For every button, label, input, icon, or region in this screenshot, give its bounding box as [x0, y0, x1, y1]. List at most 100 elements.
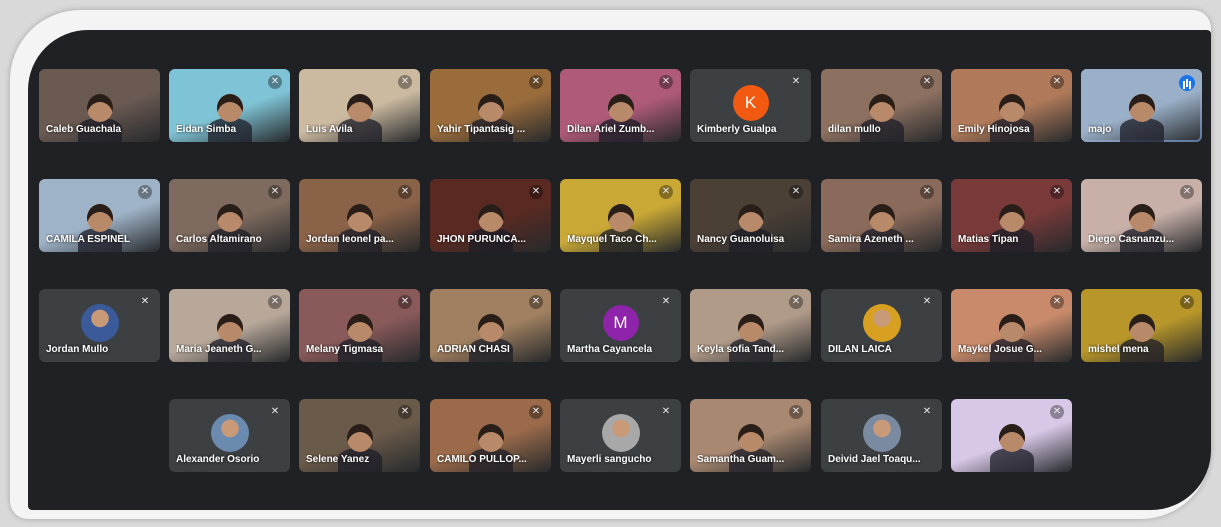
mic-muted-icon: ✕ — [1050, 185, 1064, 199]
participant-tile[interactable]: ✕ CAMILA ESPINEL — [39, 179, 160, 252]
participant-tile[interactable]: ✕ Luis Avila — [299, 69, 420, 142]
mic-muted-icon: ✕ — [661, 406, 671, 417]
mic-muted-icon: ✕ — [1050, 405, 1064, 419]
mic-muted-icon: ✕ — [138, 185, 152, 199]
mic-muted-icon: ✕ — [270, 406, 280, 417]
participant-name: Jordan Mullo — [46, 344, 109, 355]
mic-muted-icon: ✕ — [659, 75, 673, 89]
participant-tile[interactable]: ✕ Eidan Simba — [169, 69, 290, 142]
participant-name: Samantha Guam... — [697, 454, 785, 465]
participant-avatar — [601, 414, 640, 452]
mic-muted-icon: ✕ — [1180, 185, 1194, 199]
mic-muted-icon: ✕ — [791, 76, 801, 87]
participant-name: Samira Azeneth ... — [828, 234, 914, 245]
participant-name: Maykel Josue G... — [958, 344, 1042, 355]
speaking-indicator-icon — [1179, 75, 1195, 91]
participant-tile[interactable]: ✕ Samira Azeneth ... — [821, 179, 942, 252]
participant-tile[interactable]: ✕ DILAN LAICA — [821, 289, 942, 362]
participant-tile[interactable]: ✕ dilan mullo — [821, 69, 942, 142]
participant-name: majo — [1088, 124, 1112, 135]
participant-avatar — [80, 304, 119, 342]
mic-muted-icon: ✕ — [1180, 295, 1194, 309]
participant-tile[interactable]: ✕ Jordan Mullo — [39, 289, 160, 362]
meeting-grid-view: Caleb Guachala ✕ Eidan Simba ✕ Luis Avila ✕ Ya… — [28, 30, 1211, 510]
participant-tile[interactable]: Caleb Guachala — [39, 69, 160, 142]
participant-name: Kimberly Gualpa — [697, 124, 777, 135]
participant-tile[interactable]: ✕ ADRIAN CHASI — [430, 289, 551, 362]
participant-name: Deivid Jael Toaqu... — [828, 454, 921, 465]
mic-muted-icon: ✕ — [659, 185, 673, 199]
participant-name: Mayerli sangucho — [567, 454, 652, 465]
participant-name: Jordan leonel pa... — [306, 234, 394, 245]
participant-tile[interactable]: ✕ Nancy Guanoluisa — [690, 179, 811, 252]
mic-muted-icon: ✕ — [1050, 295, 1064, 309]
participant-name: Caleb Guachala — [46, 124, 122, 135]
participant-tile[interactable]: ✕ Matias Tipan — [951, 179, 1072, 252]
mic-muted-icon: ✕ — [920, 185, 934, 199]
participant-avatar — [862, 304, 901, 342]
mic-muted-icon: ✕ — [140, 296, 150, 307]
participant-name: Nancy Guanoluisa — [697, 234, 785, 245]
participant-tile[interactable]: ✕ Emily Hinojosa — [951, 69, 1072, 142]
participant-tile[interactable]: majo — [1081, 69, 1202, 142]
mic-muted-icon: ✕ — [789, 295, 803, 309]
participant-tile[interactable]: ✕ Maria Jeaneth G... — [169, 289, 290, 362]
participant-name: Yahir Tipantasig ... — [437, 124, 526, 135]
participant-name: Melany Tigmasa — [306, 344, 384, 355]
participant-tile[interactable]: ✕ Deivid Jael Toaqu... — [821, 399, 942, 472]
mic-muted-icon: ✕ — [789, 185, 803, 199]
participant-name: Luis Avila — [306, 124, 353, 135]
participant-avatar — [862, 414, 901, 452]
participant-tile[interactable]: ✕ Samantha Guam... — [690, 399, 811, 472]
mic-muted-icon: ✕ — [398, 295, 412, 309]
participant-name: CAMILA ESPINEL — [46, 234, 131, 245]
participant-name: Maria Jeaneth G... — [176, 344, 262, 355]
participant-tile[interactable]: ✕ Yahir Tipantasig ... — [430, 69, 551, 142]
participant-name: ADRIAN CHASI — [437, 344, 510, 355]
mic-muted-icon: ✕ — [529, 75, 543, 89]
participant-avatar: M — [602, 305, 639, 341]
participant-avatar: K — [732, 85, 769, 121]
participant-tile[interactable]: ✕ Alexander Osorio — [169, 399, 290, 472]
mic-muted-icon: ✕ — [529, 295, 543, 309]
mic-muted-icon: ✕ — [268, 295, 282, 309]
participant-name: JHON PURUNCA... — [437, 234, 526, 245]
participant-avatar — [210, 414, 249, 452]
mic-muted-icon: ✕ — [661, 296, 671, 307]
participant-tile[interactable]: M ✕ Martha Cayancela — [560, 289, 681, 362]
mic-muted-icon: ✕ — [529, 185, 543, 199]
mic-muted-icon: ✕ — [398, 185, 412, 199]
participant-tile[interactable]: ✕ Jordan leonel pa... — [299, 179, 420, 252]
participant-tile[interactable]: ✕ JHON PURUNCA... — [430, 179, 551, 252]
participant-tile[interactable]: ✕ CAMILO PULLOP... — [430, 399, 551, 472]
participant-tile[interactable]: ✕ mishel mena — [1081, 289, 1202, 362]
participant-name: Alexander Osorio — [176, 454, 260, 465]
participant-tile[interactable]: ✕ Keyla sofia Tand... — [690, 289, 811, 362]
mic-muted-icon: ✕ — [922, 406, 932, 417]
mic-muted-icon: ✕ — [789, 405, 803, 419]
person-silhouette — [982, 412, 1042, 472]
participant-name: Emily Hinojosa — [958, 124, 1030, 135]
participant-tile[interactable]: ✕ Dilan Ariel Zumb... — [560, 69, 681, 142]
mic-muted-icon: ✕ — [268, 75, 282, 89]
participant-name: Selene Yanez — [306, 454, 370, 465]
participant-name: mishel mena — [1088, 344, 1149, 355]
participant-name: dilan mullo — [828, 124, 881, 135]
participant-tile[interactable]: ✕ Selene Yanez — [299, 399, 420, 472]
participant-tile[interactable]: ✕ Carlos Altamirano — [169, 179, 290, 252]
participant-tile[interactable]: ✕ Mayerli sangucho — [560, 399, 681, 472]
participant-tile[interactable]: ✕ Mayquel Taco Ch... — [560, 179, 681, 252]
mic-muted-icon: ✕ — [922, 296, 932, 307]
participant-grid: Caleb Guachala ✕ Eidan Simba ✕ Luis Avila ✕ Ya… — [28, 30, 1211, 510]
mic-muted-icon: ✕ — [1050, 75, 1064, 89]
mic-muted-icon: ✕ — [268, 185, 282, 199]
participant-tile[interactable]: ✕ — [951, 399, 1072, 472]
participant-tile[interactable]: ✕ Melany Tigmasa — [299, 289, 420, 362]
mic-muted-icon: ✕ — [920, 75, 934, 89]
participant-tile[interactable]: K ✕ Kimberly Gualpa — [690, 69, 811, 142]
participant-name: Diego Casnanzu... — [1088, 234, 1175, 245]
participant-tile[interactable]: ✕ Maykel Josue G... — [951, 289, 1072, 362]
participant-name: Keyla sofia Tand... — [697, 344, 785, 355]
participant-tile[interactable]: ✕ Diego Casnanzu... — [1081, 179, 1202, 252]
participant-name: DILAN LAICA — [828, 344, 892, 355]
